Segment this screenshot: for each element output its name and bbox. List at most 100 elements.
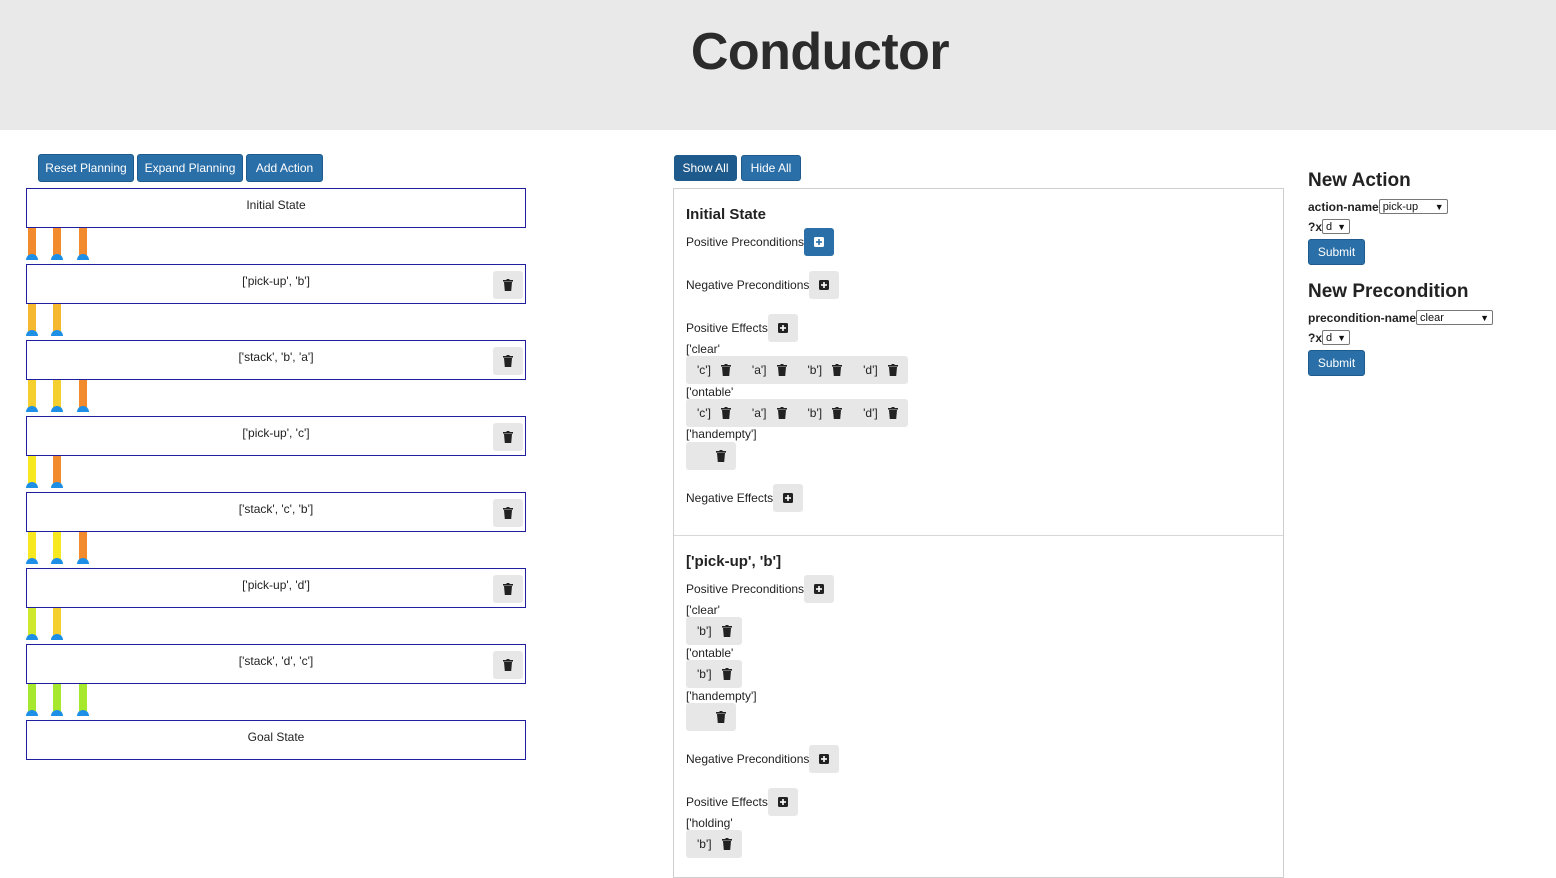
- predicate-name: ['holding': [686, 816, 733, 830]
- show-all-button[interactable]: Show All: [674, 155, 737, 181]
- trash-icon: [503, 659, 513, 671]
- precondition-name-select[interactable]: clear ▼: [1416, 310, 1494, 325]
- delete-arg-button[interactable]: [712, 617, 742, 645]
- positive-preconditions-row: Positive Preconditions: [686, 228, 835, 256]
- action-detail-panel: Initial State Positive Preconditions Neg…: [673, 188, 1284, 878]
- predicate-name: ['clear': [686, 603, 720, 617]
- add-positive-effect-button[interactable]: [767, 314, 798, 342]
- positive-preconditions-label: Positive Preconditions: [686, 235, 805, 249]
- delete-arg-button[interactable]: [711, 399, 741, 427]
- action-name-row: action-name pick-up ▼: [1308, 199, 1448, 214]
- trash-icon: [503, 279, 513, 291]
- expand-planning-button[interactable]: Expand Planning: [137, 154, 243, 182]
- submit-precondition-button[interactable]: Submit: [1308, 350, 1365, 376]
- positive-effects-label: Positive Effects: [686, 795, 768, 809]
- chain-action[interactable]: ['stack', 'd', 'c']: [26, 644, 526, 684]
- predicate-args: 'b']: [686, 660, 742, 688]
- negative-effects-row: Negative Effects: [686, 484, 804, 512]
- trash-icon: [832, 364, 843, 376]
- select-value: d: [1326, 331, 1333, 344]
- chain-action[interactable]: ['stack', 'c', 'b']: [26, 492, 526, 532]
- predicate-name: ['clear': [686, 342, 720, 356]
- select-value: pick-up: [1382, 200, 1419, 213]
- hide-all-button[interactable]: Hide All: [741, 155, 801, 181]
- delete-arg-button[interactable]: [767, 356, 797, 384]
- app-title: Conductor: [690, 23, 950, 81]
- negative-effects-label: Negative Effects: [686, 491, 774, 505]
- section-title: ['pick-up', 'b']: [686, 553, 782, 570]
- chain-action[interactable]: ['pick-up', 'd']: [26, 568, 526, 608]
- negative-preconditions-row: Negative Preconditions: [686, 271, 840, 299]
- arg-value: 'd']: [863, 406, 878, 420]
- delete-action-button[interactable]: [493, 271, 523, 299]
- add-negative-effect-button[interactable]: [773, 484, 804, 512]
- plus-square-icon: [819, 754, 830, 764]
- add-action-button[interactable]: Add Action: [246, 154, 323, 182]
- trash-icon: [887, 407, 898, 419]
- delete-arg-button[interactable]: [706, 442, 736, 470]
- delete-arg-button[interactable]: [767, 399, 797, 427]
- action-name-label: action-name: [1308, 199, 1379, 214]
- delete-action-button[interactable]: [493, 347, 523, 375]
- delete-arg-button[interactable]: [822, 356, 852, 384]
- chain-action[interactable]: ['pick-up', 'b']: [26, 264, 526, 304]
- chevron-down-icon: ▼: [1337, 221, 1347, 232]
- delete-arg-button[interactable]: [878, 399, 908, 427]
- predicate-args: 'c'] 'a'] 'b'] 'd']: [686, 399, 908, 427]
- add-negative-precondition-button[interactable]: [809, 745, 840, 773]
- trash-icon: [503, 583, 513, 595]
- delete-action-button[interactable]: [493, 575, 523, 603]
- chain-goal-state[interactable]: Goal State: [26, 720, 526, 760]
- trash-icon: [720, 407, 731, 419]
- app-header: Conductor: [0, 0, 1556, 130]
- precondition-name-label: precondition-name: [1308, 310, 1417, 325]
- predicate-args: 'b']: [686, 830, 742, 858]
- new-precondition-heading: New Precondition: [1308, 281, 1469, 302]
- chain-label: ['pick-up', 'd']: [242, 578, 310, 592]
- chain-action[interactable]: ['stack', 'b', 'a']: [26, 340, 526, 380]
- delete-arg-button[interactable]: [712, 660, 742, 688]
- chain-label: ['stack', 'b', 'a']: [238, 350, 314, 364]
- chevron-down-icon: ▼: [1337, 332, 1347, 343]
- plus-square-icon: [819, 280, 830, 290]
- positive-effects-label: Positive Effects: [686, 321, 768, 335]
- add-positive-effect-button[interactable]: [767, 788, 798, 816]
- action-param-select[interactable]: d ▼: [1322, 219, 1351, 234]
- chevron-down-icon: ▼: [1480, 312, 1490, 323]
- add-positive-precondition-button[interactable]: [804, 228, 835, 256]
- delete-arg-button[interactable]: [822, 399, 852, 427]
- delete-action-button[interactable]: [493, 423, 523, 451]
- chain-label: ['stack', 'c', 'b']: [238, 502, 314, 516]
- delete-arg-button[interactable]: [706, 703, 736, 731]
- reset-planning-button[interactable]: Reset Planning: [38, 154, 134, 182]
- trash-icon: [721, 625, 732, 637]
- chain-label: ['pick-up', 'c']: [242, 426, 310, 440]
- trash-icon: [503, 355, 513, 367]
- plus-square-icon: [777, 323, 788, 333]
- delete-action-button[interactable]: [493, 651, 523, 679]
- chain-action[interactable]: ['pick-up', 'c']: [26, 416, 526, 456]
- precondition-param-select[interactable]: d ▼: [1322, 330, 1351, 345]
- param-label: ?x: [1308, 219, 1323, 234]
- delete-arg-button[interactable]: [712, 830, 742, 858]
- add-negative-precondition-button[interactable]: [809, 271, 840, 299]
- predicate-name: ['ontable': [686, 385, 734, 399]
- predicate-args: 'b']: [686, 617, 742, 645]
- arg-value: 'c']: [697, 406, 711, 420]
- delete-action-button[interactable]: [493, 499, 523, 527]
- predicate-name: ['handempty']: [686, 427, 757, 441]
- action-name-select[interactable]: pick-up ▼: [1378, 199, 1448, 214]
- submit-action-button[interactable]: Submit: [1308, 239, 1365, 265]
- add-positive-precondition-button[interactable]: [804, 575, 835, 603]
- trash-icon: [720, 364, 731, 376]
- positive-preconditions-row: Positive Preconditions: [686, 575, 835, 603]
- chain-initial-state[interactable]: Initial State: [26, 188, 526, 228]
- predicate-name: ['ontable': [686, 646, 734, 660]
- arg-value: 'b']: [807, 406, 823, 420]
- precondition-name-row: precondition-name clear ▼: [1308, 310, 1494, 325]
- trash-icon: [721, 668, 732, 680]
- delete-arg-button[interactable]: [878, 356, 908, 384]
- new-action-heading: New Action: [1308, 170, 1411, 191]
- param-label: ?x: [1308, 330, 1323, 345]
- delete-arg-button[interactable]: [711, 356, 741, 384]
